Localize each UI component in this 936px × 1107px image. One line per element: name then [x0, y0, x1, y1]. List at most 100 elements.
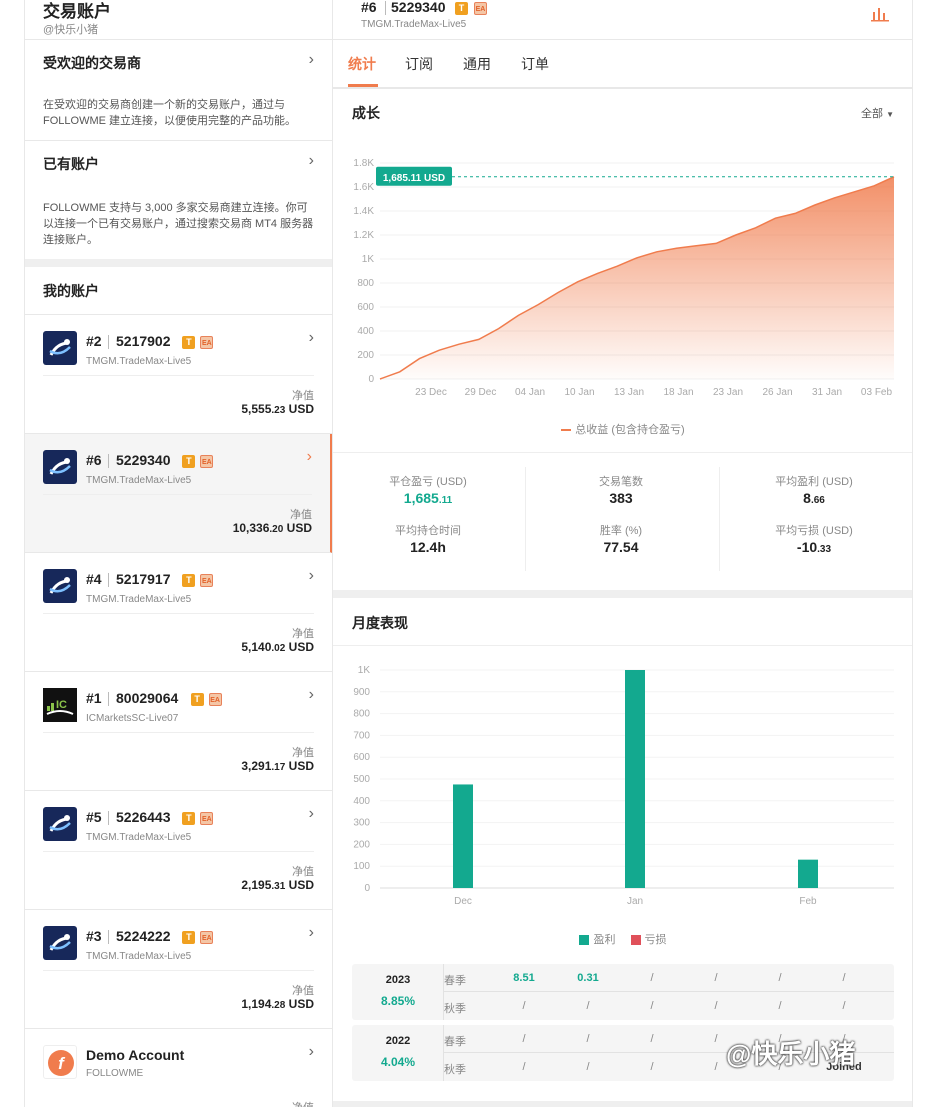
x-tick-label: 04 Jan	[515, 387, 545, 398]
net-value-int: 5,555	[241, 402, 272, 416]
season-cell: /	[586, 1033, 590, 1045]
detail-tabs: 统计 订阅 通用 订单	[333, 40, 912, 88]
net-value-cents: .31	[271, 881, 286, 892]
account-item[interactable]: #2 5217902 T EA TMGM.TradeMax-Live5 › 净值…	[25, 315, 332, 434]
growth-legend: 总收益 (包含持仓盈亏)	[333, 421, 912, 437]
tag-t-badge: T	[190, 693, 204, 706]
stat-value-main: 8	[803, 490, 811, 506]
y-tick-label: 800	[353, 709, 370, 720]
popular-brokers-desc: 在受欢迎的交易商创建一个新的交易账户，通过与 FOLLOWME 建立连接，以便使…	[43, 99, 297, 127]
x-tick-label: Jan	[627, 896, 643, 907]
profit-bar	[798, 859, 818, 888]
existing-account-row[interactable]: 已有账户 ›	[25, 141, 332, 185]
monthly-legend: 盈利 亏损	[333, 931, 912, 947]
stat-label: 平均亏损 (USD)	[775, 525, 853, 537]
season-row: 春季 8.51 0.31 / / / /	[444, 964, 894, 992]
net-value-unit: USD	[288, 759, 314, 773]
net-value-int: 1,194	[241, 997, 272, 1011]
tag-t-badge: T	[182, 336, 196, 349]
net-value-int: 3,291	[241, 759, 272, 773]
x-tick-label: 29 Dec	[465, 387, 497, 398]
svg-text:IC: IC	[56, 699, 67, 711]
separator	[108, 930, 109, 944]
y-tick-label: 1.8K	[353, 158, 374, 169]
stat-value-main: 12.4h	[410, 539, 446, 555]
x-tick-label: 23 Dec	[415, 387, 447, 398]
caret-down-icon: ▼	[886, 110, 894, 119]
tag-ea-badge: EA	[200, 574, 214, 587]
account-detail: #6 5229340 T EA TMGM.TradeMax-Live5 统计 订…	[333, 0, 913, 1107]
y-tick-label: 1.2K	[353, 230, 374, 241]
season-cell: /	[586, 1000, 590, 1012]
account-item[interactable]: #6 5229340 T EA TMGM.TradeMax-Live5 › 净值…	[25, 434, 332, 553]
x-tick-label: 23 Jan	[713, 387, 743, 398]
season-cell: /	[842, 972, 846, 984]
account-item[interactable]: #3 5224222 T EA TMGM.TradeMax-Live5 › 净值…	[25, 910, 332, 1029]
season-cell: /	[650, 1061, 654, 1073]
chevron-right-icon: ›	[308, 805, 314, 822]
profit-swatch	[579, 935, 590, 946]
account-server: ICMarketsSC-Live07	[86, 713, 179, 724]
season-cell: 8.51	[513, 972, 535, 984]
x-tick-label: Feb	[799, 896, 817, 907]
year-pct: 4.04%	[380, 1055, 416, 1069]
popular-brokers-row[interactable]: 受欢迎的交易商 ›	[25, 40, 332, 85]
account-item[interactable]: IC #1 80029064 T EA ICMarketsSC-Live07 ›…	[25, 672, 332, 791]
period-dropdown[interactable]: 全部 ▼	[861, 105, 894, 121]
account-server: TMGM.TradeMax-Live5	[86, 475, 192, 486]
net-value-label: 净值	[292, 747, 314, 759]
year-label: 2023	[385, 974, 411, 986]
net-value-int: 10,336	[232, 521, 270, 535]
tag-t-badge: T	[182, 931, 196, 944]
y-tick-label: 1.6K	[353, 182, 374, 193]
net-value-label: 净值	[290, 509, 312, 521]
page-title: 交易账户	[43, 2, 111, 21]
season-label: 春季	[444, 975, 466, 987]
net-value-cents: .28	[271, 1000, 286, 1011]
season-row: 秋季 / / / / / /	[444, 992, 894, 1020]
stat-value: 12.4h	[333, 539, 523, 555]
chevron-right-icon: ›	[308, 51, 314, 68]
tmgm-logo	[43, 926, 77, 960]
stat-label: 平均盈利 (USD)	[775, 476, 853, 488]
tmgm-logo	[43, 331, 77, 365]
season-cell: /	[778, 972, 782, 984]
demo-account-item[interactable]: f Demo Account FOLLOWME › 净值	[25, 1029, 332, 1107]
detail-header: #6 5229340 T EA TMGM.TradeMax-Live5	[333, 0, 912, 40]
loss-swatch	[630, 935, 641, 946]
tag-t-badge: T	[182, 574, 196, 587]
season-cell: /	[778, 1000, 782, 1012]
net-value-cents: .20	[269, 524, 284, 535]
account-item[interactable]: #5 5226443 T EA TMGM.TradeMax-Live5 › 净值…	[25, 791, 332, 910]
y-tick-label: 1.4K	[353, 206, 374, 217]
account-server: TMGM.TradeMax-Live5	[86, 594, 192, 605]
marker-label: 1,685.11 USD	[383, 173, 445, 184]
growth-legend-label: 总收益 (包含持仓盈亏)	[575, 424, 685, 436]
season-cell: /	[522, 1000, 526, 1012]
stat-value-decimals: .33	[817, 544, 832, 555]
tag-ea-badge: EA	[208, 693, 222, 706]
tmgm-logo	[43, 569, 77, 603]
tab-general[interactable]: 通用	[463, 54, 491, 74]
tag-ea-badge: EA	[200, 812, 214, 825]
net-value-unit: USD	[288, 402, 314, 416]
separator	[108, 454, 109, 468]
account-item[interactable]: #4 5217917 T EA TMGM.TradeMax-Live5 › 净值…	[25, 553, 332, 672]
y-tick-label: 300	[353, 818, 370, 829]
existing-account-desc-block: FOLLOWME 支持与 3,000 多家交易商建立连接。你可以连接一个已有交易…	[25, 185, 332, 259]
tab-subscribe[interactable]: 订阅	[405, 54, 433, 74]
separator	[108, 811, 109, 825]
net-value: 10,336.20 USD	[233, 521, 312, 535]
legend-swatch	[561, 429, 572, 432]
y-tick-label: 600	[353, 752, 370, 763]
net-value-label: 净值	[292, 985, 314, 997]
tab-orders[interactable]: 订单	[521, 54, 549, 74]
bar-chart-icon[interactable]	[870, 4, 890, 27]
stat-value-main: 383	[609, 490, 633, 506]
x-tick-label: Dec	[454, 896, 472, 907]
stat-value: 1,685.11	[333, 490, 523, 506]
season-cell: /	[650, 1033, 654, 1045]
tab-stats[interactable]: 统计	[348, 54, 376, 74]
net-value-cents: .02	[271, 643, 286, 654]
net-value-label: 净值	[292, 1099, 314, 1107]
